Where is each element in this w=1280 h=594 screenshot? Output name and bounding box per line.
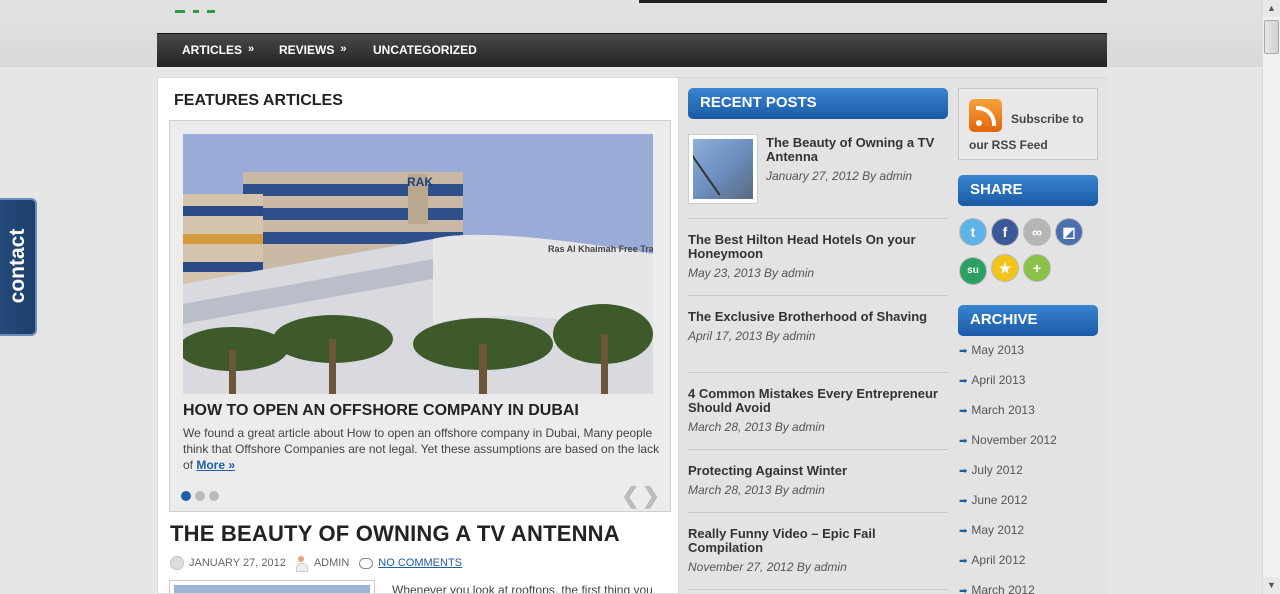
archive-item[interactable]: April 2012 [959, 553, 1057, 583]
main-content: FEATURES ARTICLES RAK Ras Al Khaimah Fre… [157, 77, 679, 594]
archive-item[interactable]: July 2012 [959, 463, 1057, 493]
archive-list: May 2013 April 2013 March 2013 November … [959, 343, 1057, 594]
right-sidebar: Subscribe to our RSS Feed SHARE t f ∞ ◩ su ★… [949, 77, 1107, 594]
slide-title[interactable]: HOW TO OPEN AN OFFSHORE COMPANY IN DUBAI [183, 402, 579, 420]
slider-dot[interactable] [195, 491, 205, 501]
archive-item[interactable]: November 2012 [959, 433, 1056, 463]
recent-post-thumbnail[interactable] [688, 134, 758, 204]
recent-posts-heading: RECENT POSTS [688, 88, 948, 119]
main-nav: ARTICLES» REVIEWS» UNCATEGORIZED [157, 33, 1107, 67]
share-heading: SHARE [958, 175, 1098, 206]
share-icons: t f ∞ ◩ su ★ + [959, 218, 1099, 293]
post-excerpt: Whenever you look at rooftops, the first… [392, 583, 653, 594]
slide-image-illustration: RAK Ras Al Khaimah Free Trade Zo [183, 134, 653, 394]
delicious-icon[interactable]: ◩ [1055, 218, 1083, 246]
scrollbar-thumb[interactable] [1264, 20, 1279, 54]
comment-bubble-icon [359, 557, 374, 569]
slider-dot[interactable] [181, 491, 191, 501]
contact-tab[interactable]: contact [0, 198, 37, 336]
post-date: JANUARY 27, 2012 [189, 557, 286, 569]
scroll-down-icon[interactable]: ▼ [1263, 577, 1280, 594]
recent-post-title[interactable]: Protecting Against Winter [688, 464, 948, 478]
myspace-icon[interactable]: ∞ [1023, 218, 1051, 246]
slide-image[interactable]: RAK Ras Al Khaimah Free Trade Zo [183, 134, 653, 394]
archive-item[interactable]: March 2012 [959, 583, 1057, 594]
recent-post-meta: November 27, 2012 By admin [688, 560, 847, 574]
nav-item-articles[interactable]: ARTICLES» [182, 34, 254, 68]
list-item[interactable]: Really Funny Video – Epic Fail Compilati… [688, 527, 948, 590]
archive-item[interactable]: March 2013 [959, 403, 1057, 433]
slider-dots [181, 488, 223, 506]
header-banner-partial [639, 0, 1107, 3]
site-logo-partial[interactable] [175, 0, 295, 13]
rss-subscribe-link[interactable]: Subscribe to our RSS Feed [969, 106, 1095, 158]
author-icon [295, 556, 308, 572]
recent-post-meta: January 27, 2012 By admin [766, 169, 913, 183]
facebook-icon[interactable]: f [991, 218, 1019, 246]
features-title: FEATURES ARTICLES [174, 92, 343, 109]
slider-next-icon[interactable]: ❯ [642, 483, 660, 508]
slider-arrows: ❮❯ [619, 483, 660, 509]
favorite-star-icon[interactable]: ★ [991, 254, 1019, 282]
twitter-icon[interactable]: t [959, 218, 987, 246]
recent-post-meta: March 28, 2013 By admin [688, 420, 825, 434]
list-item[interactable]: 4 Common Mistakes Every Entrepreneur Sho… [688, 387, 948, 450]
slider-prev-icon[interactable]: ❮ [621, 483, 639, 508]
add-more-icon[interactable]: + [1023, 254, 1051, 282]
recent-post-title[interactable]: The Exclusive Brotherhood of Shaving [688, 310, 948, 324]
list-item[interactable]: The Exclusive Brotherhood of Shaving Apr… [688, 310, 948, 373]
post-author: ADMIN [313, 557, 350, 569]
list-item[interactable]: Protecting Against Winter March 28, 2013… [688, 464, 948, 513]
slider-dot[interactable] [209, 491, 219, 501]
features-slider: RAK Ras Al Khaimah Free Trade Zo [169, 120, 671, 512]
slide-excerpt: We found a great article about How to op… [183, 426, 660, 472]
scroll-up-icon[interactable]: ▲ [1263, 0, 1280, 17]
archive-item[interactable]: May 2012 [959, 523, 1057, 553]
archive-item[interactable]: May 2013 [959, 343, 1057, 373]
recent-post-meta: March 28, 2013 By admin [688, 483, 825, 497]
archive-item[interactable]: June 2012 [959, 493, 1057, 523]
recent-post-title[interactable]: The Beauty of Owning a TV Antenna [766, 136, 946, 164]
contact-tab-label: contact [6, 228, 29, 304]
slide-more-link[interactable]: More » [196, 458, 235, 472]
recent-post-meta: May 23, 2013 By admin [688, 266, 815, 280]
post-meta: JANUARY 27, 2012 ADMIN NO COMMENTS [170, 556, 462, 572]
archive-item[interactable]: April 2013 [959, 373, 1057, 403]
recent-posts-column: RECENT POSTS The Beauty of Owning a TV A… [679, 77, 949, 594]
rss-widget: Subscribe to our RSS Feed [958, 88, 1098, 160]
post-thumbnail[interactable] [169, 580, 375, 593]
recent-post-title[interactable]: Really Funny Video – Epic Fail Compilati… [688, 527, 948, 555]
list-item[interactable]: The Best Hilton Head Hotels On your Hone… [688, 233, 948, 296]
stumbleupon-icon[interactable]: su [959, 257, 987, 285]
post-title[interactable]: THE BEAUTY OF OWNING A TV ANTENNA [170, 521, 620, 547]
archive-heading: ARCHIVE [958, 305, 1098, 336]
submenu-arrow-icon: » [248, 43, 255, 55]
calendar-icon [170, 556, 184, 570]
page-scrollbar[interactable]: ▲ ▼ [1262, 0, 1280, 594]
nav-item-uncategorized[interactable]: UNCATEGORIZED [373, 34, 477, 68]
submenu-arrow-icon: » [340, 43, 347, 55]
recent-post-title[interactable]: The Best Hilton Head Hotels On your Hone… [688, 233, 948, 261]
image-sign-text: Ras Al Khaimah Free Trade Zo [548, 244, 653, 254]
list-item[interactable]: The Beauty of Owning a TV Antenna Januar… [688, 134, 948, 219]
image-logo-text: RAK [407, 175, 433, 189]
recent-post-title[interactable]: 4 Common Mistakes Every Entrepreneur Sho… [688, 387, 948, 415]
nav-item-reviews[interactable]: REVIEWS» [279, 34, 346, 68]
recent-post-meta: April 17, 2013 By admin [688, 329, 816, 343]
post-comments-link[interactable]: NO COMMENTS [378, 557, 462, 569]
